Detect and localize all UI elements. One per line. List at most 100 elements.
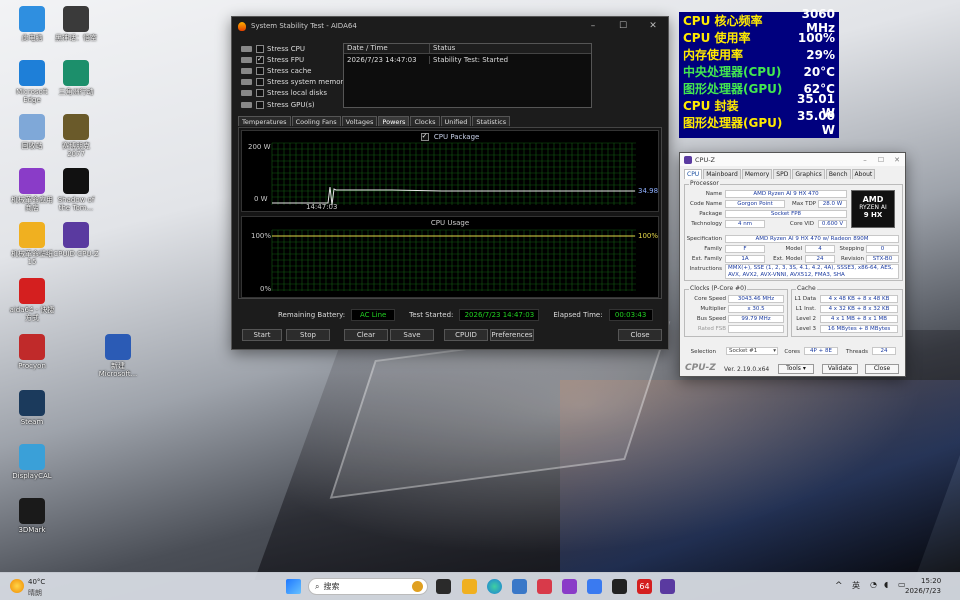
instructions-value: MMX(+), SSE (1, 2, 3, 3S, 4.1, 4.2, 4A),… xyxy=(725,264,899,279)
stress-checkbox[interactable] xyxy=(256,89,264,98)
cpuz-window[interactable]: CPU-Z – ☐ ✕ CPU Mainboard Memory SPD Graphic… xyxy=(679,152,906,377)
tray-overflow-icon[interactable]: ^ xyxy=(835,581,843,591)
field-label: Technology xyxy=(691,221,722,227)
stress-option[interactable]: Stress cache xyxy=(241,65,348,76)
desktop-icon[interactable]: 黑神话：悟空 xyxy=(52,6,100,42)
tab-statistics[interactable]: Statistics xyxy=(472,116,511,126)
desktop-icon[interactable]: Steam xyxy=(8,390,56,426)
clock-date[interactable]: 2026/7/23 xyxy=(905,587,941,595)
tab-temperatures[interactable]: Temperatures xyxy=(238,116,291,126)
stress-option[interactable]: Stress FPU xyxy=(241,54,348,65)
stress-option[interactable]: Stress CPU xyxy=(241,43,348,54)
desktop-icon[interactable]: 3DMark xyxy=(8,498,56,534)
stop-button[interactable]: Stop xyxy=(286,329,330,341)
stress-option[interactable]: Stress local disks xyxy=(241,88,348,99)
stress-checkbox[interactable] xyxy=(256,44,264,53)
save-button[interactable]: Save xyxy=(390,329,434,341)
store-icon[interactable] xyxy=(512,579,527,594)
cpuz-taskbar-icon[interactable] xyxy=(660,579,675,594)
tab-voltages[interactable]: Voltages xyxy=(341,116,378,126)
tab-mainboard[interactable]: Mainboard xyxy=(703,169,741,179)
close-icon[interactable]: ✕ xyxy=(889,156,905,164)
stress-option[interactable]: Stress GPU(s) xyxy=(241,99,348,110)
tab-powers[interactable]: Powers xyxy=(378,116,410,126)
desktop-icon[interactable]: 机械革命应用商店 xyxy=(8,168,56,212)
desktop-icon[interactable]: aida64 - 快捷方式 xyxy=(8,278,56,322)
app-icon[interactable] xyxy=(612,579,627,594)
task-view-icon[interactable] xyxy=(436,579,451,594)
revision-value: STX-B0 xyxy=(866,255,899,263)
weather-temp[interactable]: 40°C xyxy=(28,578,45,586)
tab-unified[interactable]: Unified xyxy=(440,116,472,126)
weather-sun-icon[interactable] xyxy=(10,579,24,593)
app-icon[interactable] xyxy=(537,579,552,594)
column-header[interactable]: Date / Time xyxy=(344,44,430,53)
start-button[interactable]: Start xyxy=(242,329,282,341)
stress-checkbox[interactable] xyxy=(256,55,264,64)
socket-select[interactable]: Socket #1 ▾ xyxy=(726,347,778,355)
tab-memory[interactable]: Memory xyxy=(741,169,773,179)
app-store-icon[interactable] xyxy=(562,579,577,594)
desktop-icon[interactable]: Procyon xyxy=(8,334,56,370)
desktop-icon[interactable]: Microsoft Edge xyxy=(8,60,56,104)
field-label: Package xyxy=(699,211,722,217)
cpuz-titlebar[interactable]: CPU-Z – ☐ ✕ xyxy=(680,153,905,166)
minimize-icon[interactable]: – xyxy=(857,156,873,164)
cpuid-button[interactable]: CPUID xyxy=(444,329,488,341)
app-icon[interactable] xyxy=(587,579,602,594)
tab-cpu[interactable]: CPU xyxy=(684,169,703,179)
wifi-icon[interactable]: ◔ xyxy=(870,580,877,589)
maximize-icon[interactable]: ☐ xyxy=(608,21,638,31)
cpu-usage-plot xyxy=(271,229,636,291)
edge-icon[interactable] xyxy=(487,579,502,594)
tab-cooling-fans[interactable]: Cooling Fans xyxy=(291,116,341,126)
file-explorer-icon[interactable] xyxy=(462,579,477,594)
desktop-icon[interactable]: DisplayCAL xyxy=(8,444,56,480)
model-value: 4 xyxy=(805,245,835,253)
search-box[interactable]: ⌕ 搜索 xyxy=(308,578,428,595)
start-icon[interactable] xyxy=(286,579,301,594)
desktop-icon[interactable]: 新建 Microsoft... xyxy=(94,334,142,378)
stress-checkbox[interactable] xyxy=(256,78,264,87)
tab-graphics[interactable]: Graphics xyxy=(792,169,825,179)
app-icon xyxy=(19,498,45,524)
tab-spd[interactable]: SPD xyxy=(773,169,792,179)
tab-bench[interactable]: Bench xyxy=(825,169,851,179)
desktop-icon[interactable]: CPUID CPU-Z xyxy=(52,222,100,258)
field-label: Core Speed xyxy=(694,296,726,302)
stress-checkbox[interactable] xyxy=(256,100,264,109)
tab-clocks[interactable]: Clocks xyxy=(410,116,440,126)
column-header[interactable]: Status xyxy=(430,44,591,53)
close-icon[interactable]: ✕ xyxy=(638,21,668,31)
stress-checkbox[interactable] xyxy=(256,66,264,75)
field-label: Family xyxy=(704,246,722,252)
aida64-titlebar[interactable]: System Stability Test - AIDA64 – ☐ ✕ xyxy=(232,17,668,35)
close-button[interactable]: Close xyxy=(865,364,899,374)
volume-icon[interactable]: ◖ xyxy=(884,580,888,589)
table-cell: 2026/7/23 14:47:03 xyxy=(344,56,430,64)
close-button[interactable]: Close xyxy=(618,329,662,341)
ime-indicator[interactable]: 英 xyxy=(852,580,860,591)
minimize-icon[interactable]: – xyxy=(578,21,608,31)
maximize-icon[interactable]: ☐ xyxy=(873,156,889,164)
cpuz-title: CPU-Z xyxy=(695,155,716,164)
preferences-button[interactable]: Preferences xyxy=(490,329,534,341)
aida64-stability-window[interactable]: System Stability Test - AIDA64 – ☐ ✕ Str… xyxy=(231,16,669,350)
group-label: Cache xyxy=(796,285,817,292)
desktop-icon[interactable]: 机械革命壁纸15 xyxy=(8,222,56,266)
validate-button[interactable]: Validate xyxy=(822,364,858,374)
aida64-taskbar-icon[interactable]: 64 xyxy=(637,579,652,594)
tab-about[interactable]: About xyxy=(851,169,876,179)
stress-option[interactable]: Stress system memory xyxy=(241,77,348,88)
weather-desc[interactable]: 晴朗 xyxy=(28,588,42,598)
desktop-icon[interactable]: 回收站 xyxy=(8,114,56,150)
desktop-icon[interactable]: 赛博朋克 2077 xyxy=(52,114,100,158)
desktop-icon[interactable]: 三角洲行动 xyxy=(52,60,100,96)
clock-time[interactable]: 15:20 xyxy=(921,577,941,585)
desktop-icon[interactable]: 此电脑 xyxy=(8,6,56,42)
test-started-label: Test Started: xyxy=(409,311,454,319)
tools-button[interactable]: Tools ▾ xyxy=(778,364,814,374)
clear-button[interactable]: Clear xyxy=(344,329,388,341)
desktop-icon[interactable]: Shadow of the Tom... xyxy=(52,168,100,212)
app-icon xyxy=(19,168,45,194)
